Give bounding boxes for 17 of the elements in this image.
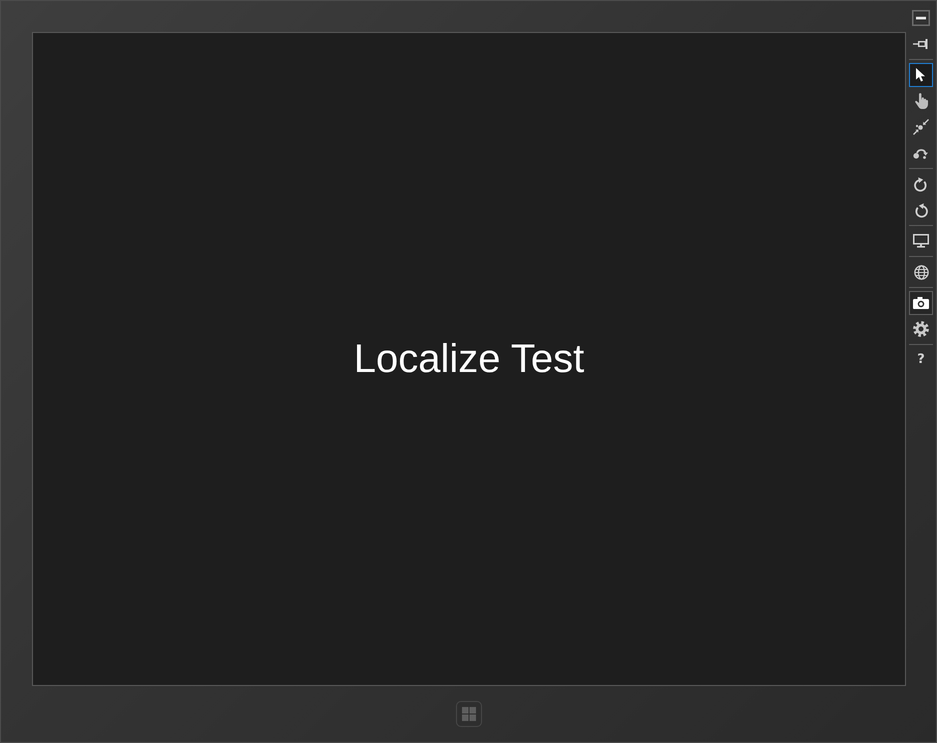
pinch-arrows-icon bbox=[913, 119, 929, 135]
screenshot-button[interactable] bbox=[909, 291, 933, 315]
pin-icon bbox=[913, 39, 929, 49]
gear-icon bbox=[913, 321, 929, 337]
cursor-arrow-icon bbox=[916, 68, 926, 82]
globe-icon bbox=[914, 264, 928, 280]
hand-icon bbox=[914, 93, 928, 109]
minimize-icon bbox=[912, 10, 930, 26]
windows-logo-icon bbox=[462, 707, 476, 721]
mouse-mode-button[interactable] bbox=[909, 63, 933, 87]
help-button[interactable]: ? bbox=[909, 348, 933, 372]
app-title: Localize Test bbox=[354, 336, 584, 383]
monitor-icon bbox=[913, 234, 929, 248]
rotate-arrow-icon bbox=[913, 147, 929, 159]
camera-icon bbox=[913, 297, 929, 309]
rotate-counterclockwise-icon bbox=[914, 202, 928, 218]
rotate-clockwise-icon bbox=[914, 176, 928, 192]
